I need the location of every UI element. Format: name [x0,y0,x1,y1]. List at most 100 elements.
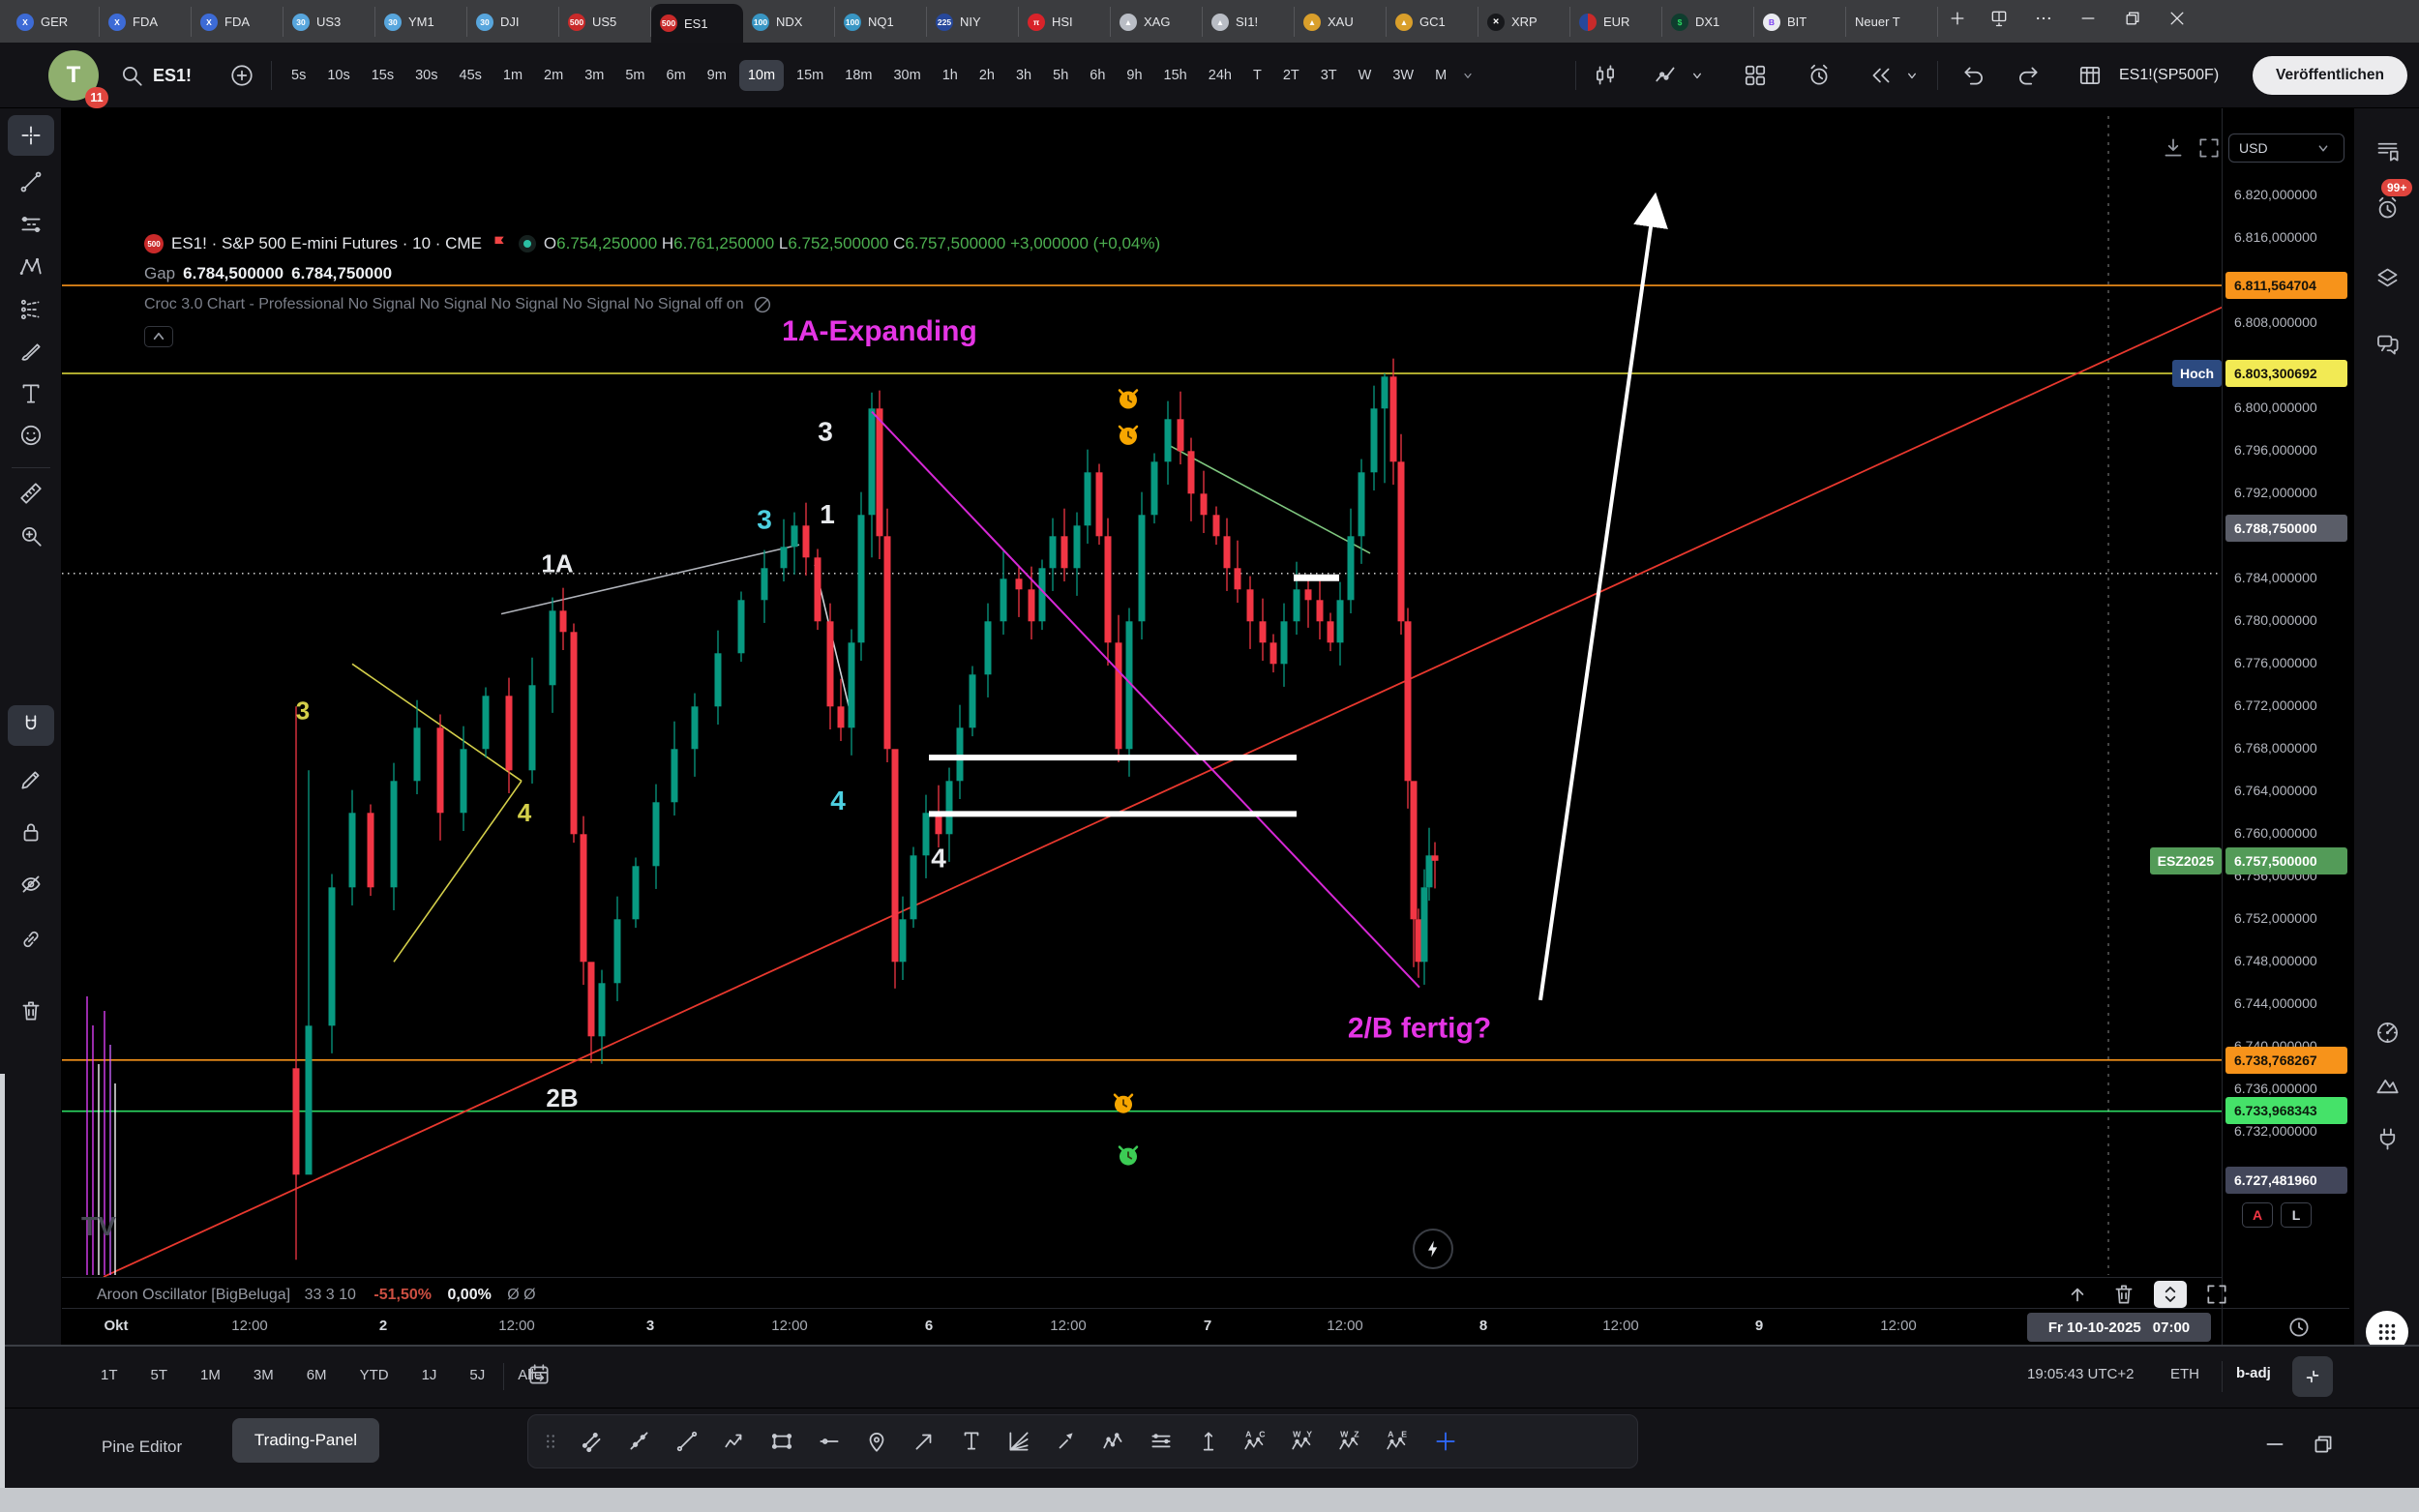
sync-drawings-tool[interactable] [8,919,54,960]
tab-pine-editor[interactable]: Pine Editor [102,1438,182,1457]
browser-tab-es1[interactable]: 500ES1 [651,4,743,43]
clock-label[interactable]: 19:05:43 UTC+2 [2027,1366,2135,1382]
timeframe-30m[interactable]: 30m [884,60,929,91]
search-icon[interactable] [118,62,145,89]
pyramid-icon[interactable] [2364,1064,2410,1107]
chevron-down-icon[interactable] [1459,67,1477,84]
measure-tool[interactable] [8,473,54,514]
timeframe-3W[interactable]: 3W [1384,60,1422,91]
panel-restore-icon[interactable] [2311,1432,2336,1457]
timeframe-5m[interactable]: 5m [616,60,653,91]
browser-tab-xau[interactable]: ▲XAU [1295,7,1387,37]
browser-tab-us3[interactable]: 30US3 [284,7,375,37]
browser-tab-neuert[interactable]: Neuer T [1846,7,1938,37]
indicators-icon[interactable] [1653,62,1680,89]
parallel-channel-tool[interactable] [576,1425,609,1458]
timeframe-9h[interactable]: 9h [1118,60,1150,91]
xabcd-pattern-tool[interactable] [8,247,54,287]
timeframe-45s[interactable]: 45s [451,60,491,91]
zoom-in-tool[interactable] [8,516,54,556]
new-tab-button[interactable] [1938,2,1977,35]
timeframe-30s[interactable]: 30s [406,60,446,91]
price-range-tool[interactable] [1192,1425,1225,1458]
layout-grid-icon[interactable] [1742,62,1769,89]
browser-tab-ym1[interactable]: 30YM1 [375,7,467,37]
undo-icon[interactable] [1960,62,1987,89]
horizontal-ray-tool[interactable] [813,1425,846,1458]
range-1j[interactable]: 1J [414,1360,445,1390]
forecast-tool[interactable] [8,289,54,330]
browser-tab-si1[interactable]: ▲SI1! [1203,7,1295,37]
alerts-icon[interactable] [2364,187,2410,229]
rectangle-tool[interactable] [765,1425,798,1458]
parallel-lines-tool[interactable] [1145,1425,1178,1458]
timeframe-3m[interactable]: 3m [576,60,612,91]
pattern-wz-tool[interactable]: WZ [1334,1425,1367,1458]
polyline-arrow-tool[interactable] [718,1425,751,1458]
compare-add-icon[interactable] [228,62,255,89]
browser-tab-ger[interactable]: XGER [8,7,100,37]
browser-tab-bit[interactable]: BBIT [1754,7,1846,37]
time-axis[interactable]: Fr 10-10-202507:00 Okt12:00212:00312:006… [62,1308,2222,1345]
browser-tab-xag[interactable]: ▲XAG [1111,7,1203,37]
browser-tab-nq1[interactable]: 100NQ1 [835,7,927,37]
remove-drawings-tool[interactable] [8,991,54,1031]
timeframe-6h[interactable]: 6h [1081,60,1114,91]
timeframe-6m[interactable]: 6m [658,60,695,91]
multichart-grid-icon[interactable] [2076,62,2104,89]
timeframe-5h[interactable]: 5h [1044,60,1077,91]
pane-delete-button[interactable] [2107,1281,2140,1308]
browser-menu-button[interactable] [2021,2,2066,35]
browser-tab-niy[interactable]: 225NIY [927,7,1019,37]
timeframe-W[interactable]: W [1350,60,1381,91]
left-scrollbar-strip[interactable] [0,1074,5,1488]
panel-minimize-icon[interactable] [2262,1432,2287,1457]
browser-tab-eur[interactable]: EUR [1570,7,1662,37]
timeframe-24h[interactable]: 24h [1200,60,1240,91]
chat-icon[interactable] [2364,322,2410,365]
pane-maximize-button[interactable] [2200,1281,2233,1308]
timeframe-10m[interactable]: 10m [739,60,784,91]
range-ytd[interactable]: YTD [352,1360,397,1390]
adjust-data-button[interactable] [2292,1356,2333,1397]
timeframe-2T[interactable]: 2T [1274,60,1308,91]
axis-button-a[interactable]: A [2242,1202,2273,1228]
timeframe-M[interactable]: M [1426,60,1455,91]
redo-icon[interactable] [2015,62,2042,89]
timeframe-15m[interactable]: 15m [788,60,832,91]
crosshair-tool[interactable] [8,115,54,156]
timeframe-9m[interactable]: 9m [699,60,735,91]
range-6m[interactable]: 6M [299,1360,335,1390]
window-minimize-button[interactable] [2066,2,2110,35]
eye-off-icon[interactable] [752,294,773,315]
timeframe-3T[interactable]: 3T [1312,60,1346,91]
price-axis[interactable]: USD 6.820,0000006.816,0000006.808,000000… [2222,108,2349,1345]
text-tool[interactable] [955,1425,988,1458]
flag-icon[interactable] [490,233,511,254]
fib-retracement-tool[interactable] [8,204,54,245]
arrow-tool[interactable] [908,1425,941,1458]
range-1m[interactable]: 1M [193,1360,228,1390]
indicator-pane-title[interactable]: Aroon Oscillator [BigBeluga] 33 3 10 -51… [97,1287,536,1304]
trend-line-dots-tool[interactable] [623,1425,656,1458]
adjust-label[interactable]: b-adj [2236,1365,2271,1381]
hide-drawings-tool[interactable] [8,864,54,904]
session-label[interactable]: ETH [2170,1366,2199,1382]
arrow-marker-tool[interactable] [1050,1425,1083,1458]
gap-indicator-label[interactable]: Gap [144,264,175,283]
lightning-mode-button[interactable] [1413,1229,1453,1269]
browser-tab-gc1[interactable]: ▲GC1 [1387,7,1478,37]
chevron-down-icon[interactable] [1687,62,1707,89]
object-tree-icon[interactable] [2364,256,2410,299]
timeframe-1m[interactable]: 1m [494,60,531,91]
brush-tool[interactable] [8,333,54,373]
browser-tab-hsi[interactable]: πHSI [1019,7,1111,37]
alert-icon[interactable] [1806,62,1833,89]
croc-indicator-label[interactable]: Croc 3.0 Chart - Professional No Signal … [144,296,744,313]
timeframe-T[interactable]: T [1244,60,1270,91]
pane-separator[interactable] [62,1277,2222,1278]
pattern-wy-tool[interactable]: WY [1287,1425,1320,1458]
browser-tab-ndx[interactable]: 100NDX [743,7,835,37]
timeframe-1h[interactable]: 1h [934,60,967,91]
timeframe-15h[interactable]: 15h [1155,60,1196,91]
